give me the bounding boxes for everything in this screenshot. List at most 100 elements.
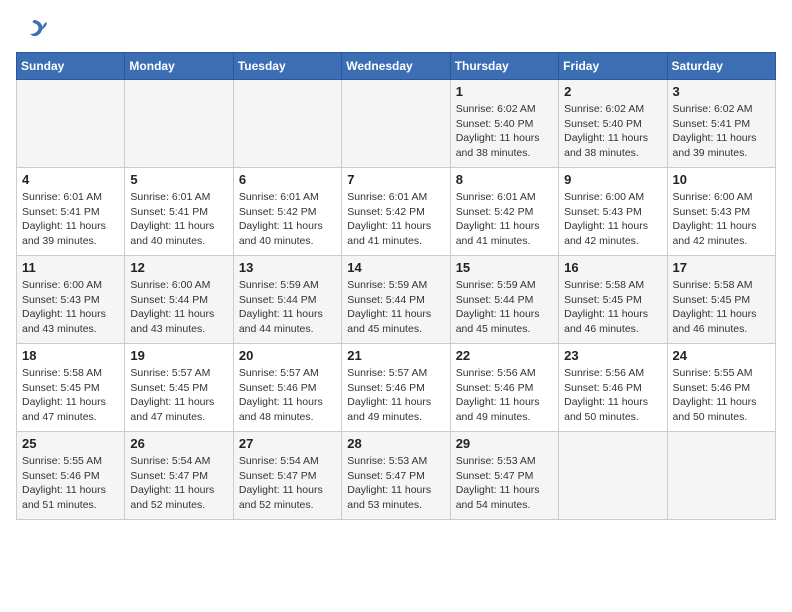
- day-info: Sunrise: 5:58 AM Sunset: 5:45 PM Dayligh…: [22, 366, 119, 425]
- calendar-cell: 27Sunrise: 5:54 AM Sunset: 5:47 PM Dayli…: [233, 432, 341, 520]
- day-info: Sunrise: 6:01 AM Sunset: 5:41 PM Dayligh…: [22, 190, 119, 249]
- day-info: Sunrise: 6:00 AM Sunset: 5:43 PM Dayligh…: [22, 278, 119, 337]
- day-info: Sunrise: 5:59 AM Sunset: 5:44 PM Dayligh…: [456, 278, 553, 337]
- day-info: Sunrise: 5:56 AM Sunset: 5:46 PM Dayligh…: [564, 366, 661, 425]
- day-number: 18: [22, 348, 119, 363]
- calendar-cell: 4 Sunrise: 6:01 AM Sunset: 5:41 PM Daylig…: [17, 168, 125, 256]
- calendar-week-row: 1 Sunrise: 6:02 AM Sunset: 5:40 PM Daylig…: [17, 80, 776, 168]
- day-number: 20: [239, 348, 336, 363]
- day-info: Sunrise: 6:00 AM Sunset: 5:43 PM Dayligh…: [564, 190, 661, 249]
- calendar-week-row: 25Sunrise: 5:55 AM Sunset: 5:46 PM Dayli…: [17, 432, 776, 520]
- weekday-header-wednesday: Wednesday: [342, 53, 450, 80]
- day-number: 3: [673, 84, 770, 99]
- day-info: Sunrise: 5:54 AM Sunset: 5:47 PM Dayligh…: [130, 454, 227, 513]
- day-number: 12: [130, 260, 227, 275]
- day-info: Sunrise: 5:58 AM Sunset: 5:45 PM Dayligh…: [673, 278, 770, 337]
- calendar-cell: 14 Sunrise: 5:59 AM Sunset: 5:44 PM Dayli…: [342, 256, 450, 344]
- day-info: Sunrise: 5:58 AM Sunset: 5:45 PM Dayligh…: [564, 278, 661, 337]
- day-info: Sunrise: 6:01 AM Sunset: 5:42 PM Dayligh…: [456, 190, 553, 249]
- day-info: Sunrise: 5:56 AM Sunset: 5:46 PM Dayligh…: [456, 366, 553, 425]
- day-number: 10: [673, 172, 770, 187]
- day-number: 19: [130, 348, 227, 363]
- calendar-cell: [559, 432, 667, 520]
- weekday-header-row: SundayMondayTuesdayWednesdayThursdayFrid…: [17, 53, 776, 80]
- logo-bird-icon: [20, 16, 48, 44]
- calendar-cell: 21 Sunrise: 5:57 AM Sunset: 5:46 PM Dayli…: [342, 344, 450, 432]
- calendar-cell: 18 Sunrise: 5:58 AM Sunset: 5:45 PM Dayli…: [17, 344, 125, 432]
- weekday-header-thursday: Thursday: [450, 53, 558, 80]
- day-number: 2: [564, 84, 661, 99]
- day-number: 29: [456, 436, 553, 451]
- day-info: Sunrise: 5:55 AM Sunset: 5:46 PM Dayligh…: [673, 366, 770, 425]
- calendar-cell: [17, 80, 125, 168]
- day-number: 4: [22, 172, 119, 187]
- header: [16, 16, 776, 44]
- day-number: 24: [673, 348, 770, 363]
- calendar-week-row: 18 Sunrise: 5:58 AM Sunset: 5:45 PM Dayli…: [17, 344, 776, 432]
- calendar-cell: 24 Sunrise: 5:55 AM Sunset: 5:46 PM Dayli…: [667, 344, 775, 432]
- weekday-header-sunday: Sunday: [17, 53, 125, 80]
- day-info: Sunrise: 6:01 AM Sunset: 5:42 PM Dayligh…: [347, 190, 444, 249]
- day-number: 27: [239, 436, 336, 451]
- calendar-cell: 2 Sunrise: 6:02 AM Sunset: 5:40 PM Daylig…: [559, 80, 667, 168]
- weekday-header-friday: Friday: [559, 53, 667, 80]
- day-info: Sunrise: 5:57 AM Sunset: 5:46 PM Dayligh…: [239, 366, 336, 425]
- calendar-cell: 19Sunrise: 5:57 AM Sunset: 5:45 PM Dayli…: [125, 344, 233, 432]
- day-info: Sunrise: 5:59 AM Sunset: 5:44 PM Dayligh…: [347, 278, 444, 337]
- calendar-cell: 8 Sunrise: 6:01 AM Sunset: 5:42 PM Daylig…: [450, 168, 558, 256]
- day-number: 9: [564, 172, 661, 187]
- day-number: 8: [456, 172, 553, 187]
- day-number: 1: [456, 84, 553, 99]
- day-number: 22: [456, 348, 553, 363]
- day-number: 25: [22, 436, 119, 451]
- day-info: Sunrise: 6:01 AM Sunset: 5:41 PM Dayligh…: [130, 190, 227, 249]
- day-info: Sunrise: 6:02 AM Sunset: 5:40 PM Dayligh…: [456, 102, 553, 161]
- weekday-header-saturday: Saturday: [667, 53, 775, 80]
- calendar-cell: 16 Sunrise: 5:58 AM Sunset: 5:45 PM Dayli…: [559, 256, 667, 344]
- calendar-cell: 23Sunrise: 5:56 AM Sunset: 5:46 PM Dayli…: [559, 344, 667, 432]
- calendar-cell: [667, 432, 775, 520]
- calendar-cell: [342, 80, 450, 168]
- calendar-cell: 1 Sunrise: 6:02 AM Sunset: 5:40 PM Daylig…: [450, 80, 558, 168]
- day-number: 26: [130, 436, 227, 451]
- day-number: 21: [347, 348, 444, 363]
- calendar-cell: 5 Sunrise: 6:01 AM Sunset: 5:41 PM Daylig…: [125, 168, 233, 256]
- calendar-cell: 9 Sunrise: 6:00 AM Sunset: 5:43 PM Daylig…: [559, 168, 667, 256]
- calendar-week-row: 4 Sunrise: 6:01 AM Sunset: 5:41 PM Daylig…: [17, 168, 776, 256]
- day-info: Sunrise: 6:00 AM Sunset: 5:43 PM Dayligh…: [673, 190, 770, 249]
- day-number: 5: [130, 172, 227, 187]
- calendar-cell: 26 Sunrise: 5:54 AM Sunset: 5:47 PM Dayli…: [125, 432, 233, 520]
- day-info: Sunrise: 6:00 AM Sunset: 5:44 PM Dayligh…: [130, 278, 227, 337]
- day-number: 16: [564, 260, 661, 275]
- calendar-cell: 13Sunrise: 5:59 AM Sunset: 5:44 PM Dayli…: [233, 256, 341, 344]
- calendar-cell: 17Sunrise: 5:58 AM Sunset: 5:45 PM Dayli…: [667, 256, 775, 344]
- weekday-header-tuesday: Tuesday: [233, 53, 341, 80]
- day-number: 7: [347, 172, 444, 187]
- calendar-cell: 28 Sunrise: 5:53 AM Sunset: 5:47 PM Dayli…: [342, 432, 450, 520]
- calendar-cell: 3 Sunrise: 6:02 AM Sunset: 5:41 PM Daylig…: [667, 80, 775, 168]
- calendar-cell: 12 Sunrise: 6:00 AM Sunset: 5:44 PM Dayli…: [125, 256, 233, 344]
- calendar-table: SundayMondayTuesdayWednesdayThursdayFrid…: [16, 52, 776, 520]
- day-number: 13: [239, 260, 336, 275]
- day-info: Sunrise: 5:53 AM Sunset: 5:47 PM Dayligh…: [347, 454, 444, 513]
- calendar-cell: [125, 80, 233, 168]
- calendar-cell: 11 Sunrise: 6:00 AM Sunset: 5:43 PM Dayli…: [17, 256, 125, 344]
- calendar-cell: 29Sunrise: 5:53 AM Sunset: 5:47 PM Dayli…: [450, 432, 558, 520]
- day-info: Sunrise: 6:01 AM Sunset: 5:42 PM Dayligh…: [239, 190, 336, 249]
- calendar-cell: 20 Sunrise: 5:57 AM Sunset: 5:46 PM Dayli…: [233, 344, 341, 432]
- day-number: 28: [347, 436, 444, 451]
- weekday-header-monday: Monday: [125, 53, 233, 80]
- calendar-cell: [233, 80, 341, 168]
- calendar-week-row: 11 Sunrise: 6:00 AM Sunset: 5:43 PM Dayli…: [17, 256, 776, 344]
- calendar-cell: 22 Sunrise: 5:56 AM Sunset: 5:46 PM Dayli…: [450, 344, 558, 432]
- calendar-cell: 7 Sunrise: 6:01 AM Sunset: 5:42 PM Daylig…: [342, 168, 450, 256]
- calendar-cell: 6Sunrise: 6:01 AM Sunset: 5:42 PM Daylig…: [233, 168, 341, 256]
- day-number: 15: [456, 260, 553, 275]
- calendar-cell: 25Sunrise: 5:55 AM Sunset: 5:46 PM Dayli…: [17, 432, 125, 520]
- calendar-cell: 10 Sunrise: 6:00 AM Sunset: 5:43 PM Dayli…: [667, 168, 775, 256]
- day-info: Sunrise: 6:02 AM Sunset: 5:41 PM Dayligh…: [673, 102, 770, 161]
- day-info: Sunrise: 5:57 AM Sunset: 5:46 PM Dayligh…: [347, 366, 444, 425]
- day-info: Sunrise: 6:02 AM Sunset: 5:40 PM Dayligh…: [564, 102, 661, 161]
- day-number: 11: [22, 260, 119, 275]
- day-number: 14: [347, 260, 444, 275]
